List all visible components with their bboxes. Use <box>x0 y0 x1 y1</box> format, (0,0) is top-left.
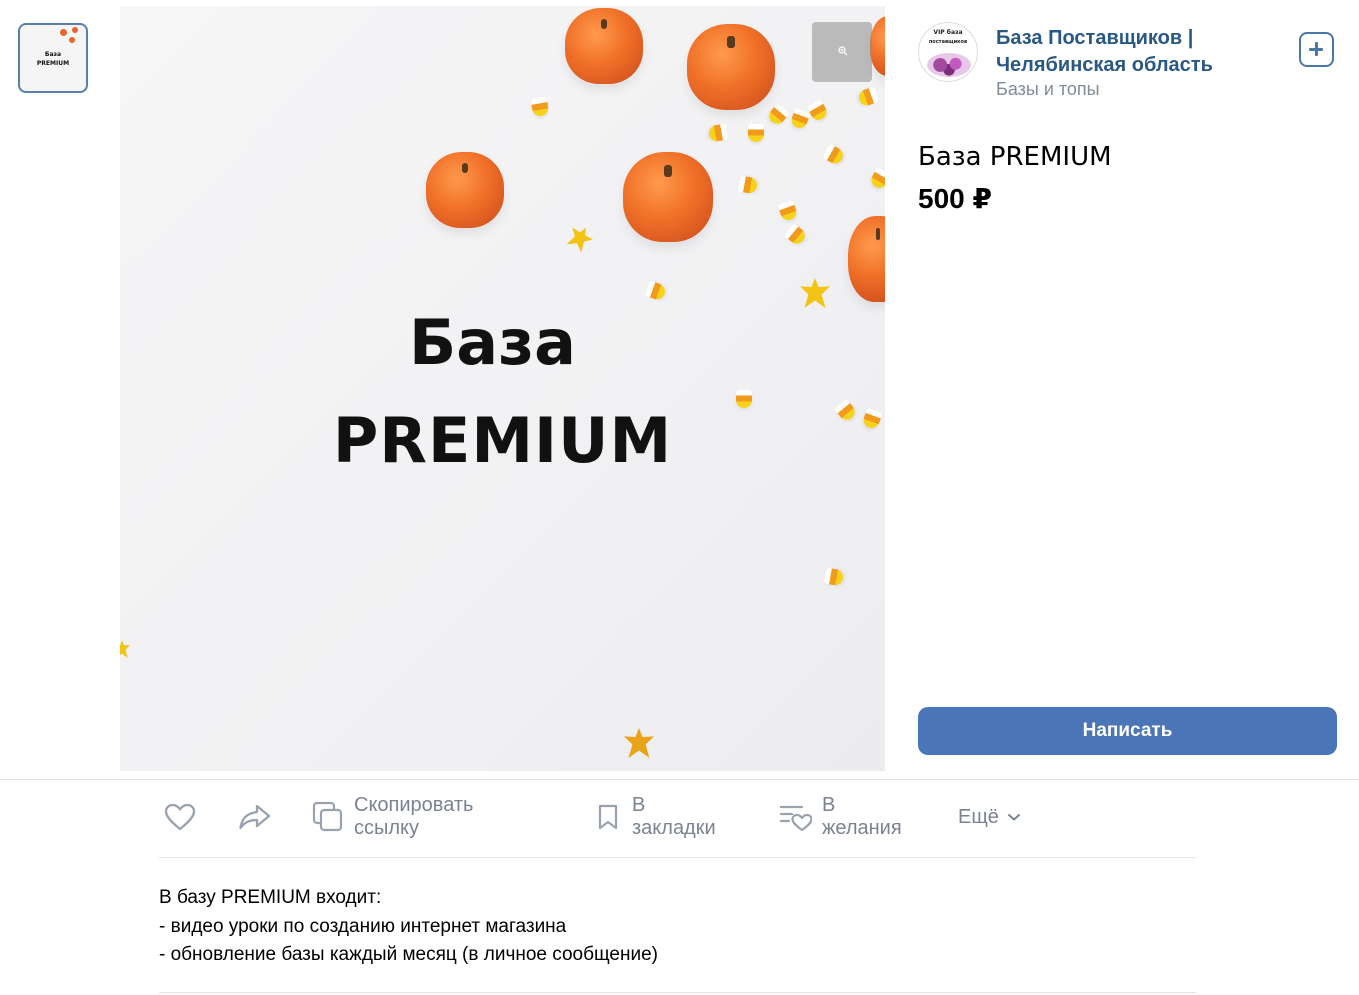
more-label: Ещё <box>958 805 999 828</box>
share-arrow-icon <box>239 804 271 830</box>
candy-decoration <box>707 123 729 143</box>
leaf-decoration <box>800 278 830 308</box>
thumbnail-column: База PREMIUM <box>0 0 110 779</box>
share-button[interactable] <box>238 797 272 837</box>
wishlist-button[interactable]: В желания <box>780 794 902 839</box>
avatar-flowers <box>927 53 971 77</box>
candy-decoration <box>644 280 668 302</box>
description-line: - видео уроки по созданию интернет магаз… <box>159 915 567 937</box>
product-photo[interactable]: База PREMIUM <box>120 6 885 771</box>
thumbnail-text-line2: PREMIUM <box>36 60 70 67</box>
pumpkin-decoration <box>870 16 885 76</box>
thumbnail-pumpkin <box>72 27 78 33</box>
group-avatar[interactable]: VIP база поставщиков <box>918 22 978 82</box>
photo-title-line2: PREMIUM <box>332 404 673 477</box>
zoom-icon <box>838 46 848 56</box>
like-button[interactable] <box>164 797 196 837</box>
copy-link-button[interactable]: Скопировать ссылку <box>312 794 474 839</box>
avatar-text-line2: поставщиков <box>928 39 968 45</box>
product-title: База PREMIUM <box>918 142 1112 172</box>
thumbnail-pumpkin <box>69 37 75 43</box>
candy-decoration <box>748 124 764 142</box>
product-price: 500 ₽ <box>918 183 992 214</box>
avatar-text-line1: VIP база <box>933 29 963 36</box>
chevron-down-icon <box>1007 814 1020 821</box>
bookmark-label: В закладки <box>632 794 716 839</box>
leaf-decoration <box>624 728 654 758</box>
candy-decoration <box>783 223 809 247</box>
add-square-icon[interactable] <box>1299 32 1334 67</box>
candy-decoration <box>868 167 885 191</box>
write-message-button[interactable]: Написать <box>918 707 1337 755</box>
heart-icon <box>164 803 196 831</box>
leaf-decoration <box>120 640 130 658</box>
candy-decoration <box>806 99 830 123</box>
pumpkin-decoration <box>623 152 713 242</box>
bookmark-button[interactable]: В закладки <box>596 794 716 839</box>
wishlist-heart-icon <box>780 805 812 831</box>
divider <box>0 779 1359 780</box>
more-button[interactable]: Ещё <box>958 797 1021 837</box>
copy-icon <box>312 801 343 832</box>
copy-link-label: Скопировать ссылку <box>354 794 474 839</box>
candy-decoration <box>822 143 846 167</box>
pumpkin-decoration <box>426 152 504 228</box>
pumpkin-decoration <box>565 8 643 84</box>
zoom-button[interactable] <box>812 22 872 82</box>
candy-decoration <box>737 175 759 195</box>
candy-decoration <box>789 107 811 131</box>
leaf-decoration <box>564 222 597 255</box>
candy-decoration <box>530 96 550 118</box>
divider <box>159 857 1196 858</box>
pumpkin-decoration <box>687 24 775 110</box>
description-line: В базу PREMIUM входит: <box>159 887 382 908</box>
candy-decoration <box>856 86 880 108</box>
group-name-link[interactable]: База Поставщиков | Челябинская область <box>996 25 1256 79</box>
group-subtitle: Базы и топы <box>996 79 1100 99</box>
candy-decoration <box>766 102 790 128</box>
photo-title-line1: База <box>409 306 576 379</box>
bookmark-icon <box>598 804 618 830</box>
wishlist-label: В желания <box>822 794 902 839</box>
candy-decoration <box>823 567 845 587</box>
candy-decoration <box>777 199 799 223</box>
product-description: В базу PREMIUM входит: - видео уроки по … <box>159 884 658 970</box>
thumbnail-pumpkin <box>60 29 67 36</box>
thumbnail-text-line1: База <box>44 51 62 58</box>
description-line: - обновление базы каждый месяц (в личное… <box>159 944 658 965</box>
divider <box>159 992 1196 993</box>
thumbnail-selected[interactable]: База PREMIUM <box>18 23 88 93</box>
pumpkin-decoration <box>848 216 885 302</box>
